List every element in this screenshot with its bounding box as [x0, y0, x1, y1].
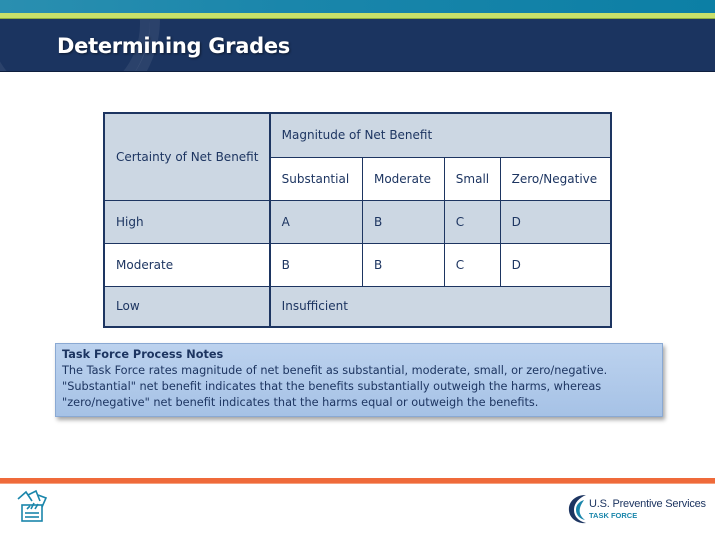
grade-cell: D — [499, 242, 612, 287]
certainty-label: High — [103, 199, 271, 244]
table-row: Low Insufficient — [103, 285, 612, 328]
row-header-label: Certainty of Net Benefit — [103, 112, 271, 201]
grade-cell: A — [268, 199, 363, 244]
certainty-label: Moderate — [103, 242, 271, 287]
grade-cell: C — [443, 199, 501, 244]
grade-cell: D — [499, 199, 612, 244]
uspstf-logo: U.S. Preventive Services TASK FORCE — [566, 492, 706, 526]
column-header: Zero/Negative — [499, 156, 612, 201]
notes-line: The Task Force rates magnitude of net be… — [62, 364, 608, 377]
clipboard-box-icon — [14, 489, 50, 525]
page-title: Determining Grades — [57, 34, 290, 58]
table-row: Moderate B B C D — [103, 242, 612, 287]
column-header: Small — [443, 156, 501, 201]
process-notes-box: Task Force Process Notes The Task Force … — [55, 343, 663, 417]
title-bar: Determining Grades — [0, 19, 715, 72]
group-header-label: Magnitude of Net Benefit — [268, 112, 612, 158]
column-header: Moderate — [361, 156, 445, 201]
logo-line2: TASK FORCE — [589, 511, 638, 520]
certainty-label: Low — [103, 285, 271, 328]
grade-cell: B — [361, 199, 445, 244]
uspstf-swoosh-icon — [568, 495, 586, 524]
table-row: High A B C D — [103, 199, 612, 244]
notes-line: "Substantial" net benefit indicates that… — [62, 380, 602, 393]
grade-cell: B — [268, 242, 363, 287]
footer-accent-line — [0, 478, 715, 484]
column-header: Substantial — [268, 156, 363, 201]
grade-cell-merged: Insufficient — [268, 285, 612, 328]
notes-title: Task Force Process Notes — [62, 348, 224, 361]
grades-table: Certainty of Net Benefit Magnitude of Ne… — [103, 112, 612, 328]
grade-cell: B — [361, 242, 445, 287]
logo-line1: U.S. Preventive Services — [589, 498, 706, 510]
header-top-band — [0, 0, 715, 14]
notes-line: "zero/negative" net benefit indicates th… — [62, 396, 539, 409]
grade-cell: C — [443, 242, 501, 287]
